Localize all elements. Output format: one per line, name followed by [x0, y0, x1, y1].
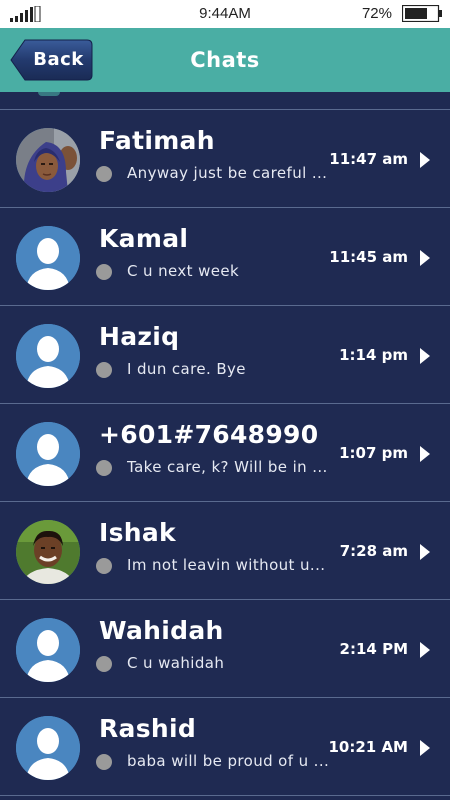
avatar	[16, 618, 80, 682]
default-person-icon	[16, 716, 80, 780]
chevron-right-icon	[420, 544, 430, 560]
status-bar: 9:44AM 72%	[0, 0, 450, 28]
message-timestamp: 1:07 pm	[339, 444, 408, 462]
chat-row[interactable]: Fatimah Anyway just be careful ... 11:47…	[0, 110, 450, 208]
chevron-right-icon	[420, 446, 430, 462]
chat-row[interactable]: Kamal C u next week 11:45 am	[0, 208, 450, 306]
chevron-right-icon	[420, 642, 430, 658]
message-timestamp: 11:47 am	[329, 150, 408, 168]
presence-indicator	[96, 754, 112, 770]
presence-indicator	[96, 166, 112, 182]
last-message-preview: Im not leavin without u...	[127, 556, 326, 574]
message-timestamp: 7:28 am	[339, 542, 408, 560]
message-timestamp: 10:21 AM	[328, 738, 408, 756]
photo-woman-hijab-icon	[16, 128, 80, 192]
chat-row[interactable]: Haziq I dun care. Bye 1:14 pm	[0, 306, 450, 404]
back-button[interactable]: Back	[10, 39, 93, 81]
chat-row[interactable]: Ishak Im not leavin without u... 7:28 am	[0, 502, 450, 600]
avatar	[16, 520, 80, 584]
chevron-right-icon	[420, 740, 430, 756]
chat-list[interactable]: Fatimah Anyway just be careful ... 11:47…	[0, 92, 450, 800]
chat-row[interactable]: Rashid baba will be proud of u ... 10:21…	[0, 698, 450, 796]
last-message-preview: baba will be proud of u ...	[127, 752, 330, 770]
message-timestamp: 11:45 am	[329, 248, 408, 266]
chevron-right-icon	[420, 152, 430, 168]
last-message-preview: I dun care. Bye	[127, 360, 246, 378]
navigation-header: Chats Back	[0, 28, 450, 92]
avatar	[16, 716, 80, 780]
presence-indicator	[96, 558, 112, 574]
presence-indicator	[96, 656, 112, 672]
last-message-preview: Anyway just be careful ...	[127, 164, 328, 182]
chat-rows: Fatimah Anyway just be careful ... 11:47…	[0, 110, 450, 796]
back-button-label: Back	[33, 49, 84, 70]
chat-row[interactable]: +601#7648990 Take care, k? Will be in ..…	[0, 404, 450, 502]
chat-row[interactable]: Wahidah C u wahidah 2:14 PM	[0, 600, 450, 698]
default-person-icon	[16, 226, 80, 290]
message-timestamp: 2:14 PM	[339, 640, 408, 658]
message-timestamp: 1:14 pm	[339, 346, 408, 364]
contact-name: Haziq	[99, 322, 180, 351]
last-message-preview: Take care, k? Will be in ...	[127, 458, 328, 476]
presence-indicator	[96, 460, 112, 476]
contact-name: Kamal	[99, 224, 189, 253]
contact-name: Rashid	[99, 714, 197, 743]
avatar	[16, 226, 80, 290]
default-person-icon	[16, 422, 80, 486]
presence-indicator	[96, 264, 112, 280]
presence-indicator	[96, 362, 112, 378]
contact-name: Wahidah	[99, 616, 224, 645]
default-person-icon	[16, 324, 80, 388]
last-message-preview: C u next week	[127, 262, 240, 280]
default-person-icon	[16, 618, 80, 682]
photo-young-man-icon	[16, 520, 80, 584]
chevron-right-icon	[420, 348, 430, 364]
contact-name: +601#7648990	[99, 420, 319, 449]
contact-name: Fatimah	[99, 126, 215, 155]
last-message-preview: C u wahidah	[127, 654, 225, 672]
chevron-right-icon	[420, 250, 430, 266]
contact-name: Ishak	[99, 518, 176, 547]
battery-percentage: 72%	[361, 5, 392, 22]
avatar	[16, 422, 80, 486]
avatar	[16, 324, 80, 388]
battery-icon	[402, 5, 442, 22]
avatar	[16, 128, 80, 192]
previous-row-peek	[38, 92, 60, 96]
